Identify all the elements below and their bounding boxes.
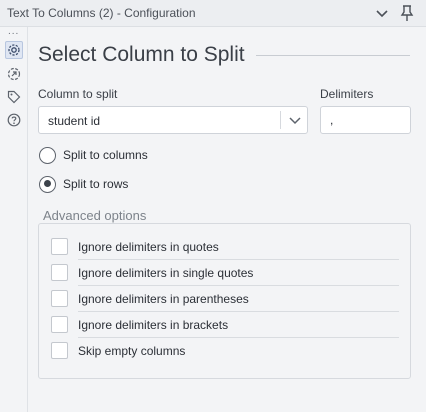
tag-icon[interactable]: [5, 88, 23, 106]
checkbox[interactable]: [51, 238, 68, 255]
advanced-options-group: Ignore delimiters in quotes Ignore delim…: [38, 223, 411, 379]
checkbox-label: Ignore delimiters in brackets: [78, 318, 229, 332]
row-divider: [78, 285, 399, 286]
column-to-split-dropdown[interactable]: student id: [38, 106, 308, 134]
checkbox[interactable]: [51, 316, 68, 333]
split-to-rows-radio[interactable]: Split to rows: [39, 174, 189, 194]
checkbox-label: Ignore delimiters in quotes: [78, 240, 219, 254]
checkbox[interactable]: [51, 342, 68, 359]
gear-icon[interactable]: [5, 41, 23, 59]
title-bar: Text To Columns (2) - Configuration: [0, 0, 426, 27]
split-to-columns-radio[interactable]: Split to columns: [39, 145, 189, 165]
row-divider: [78, 311, 399, 312]
radio-button[interactable]: [39, 175, 56, 193]
window-title: Text To Columns (2) - Configuration: [7, 6, 196, 20]
radio-label: Split to rows: [63, 177, 129, 191]
checkbox-label: Ignore delimiters in parentheses: [78, 292, 249, 306]
configuration-panel: Select Column to Split Column to split D…: [28, 27, 426, 412]
radio-button[interactable]: [39, 146, 56, 164]
help-icon[interactable]: [5, 111, 23, 129]
chevron-down-icon[interactable]: [288, 113, 302, 127]
sidebar: ...: [0, 27, 28, 412]
ignore-brackets-option[interactable]: Ignore delimiters in brackets: [51, 315, 399, 338]
connection-icon[interactable]: [5, 65, 23, 83]
ignore-parentheses-option[interactable]: Ignore delimiters in parentheses: [51, 289, 399, 312]
ignore-single-quotes-option[interactable]: Ignore delimiters in single quotes: [51, 263, 399, 286]
checkbox[interactable]: [51, 264, 68, 281]
row-divider: [78, 337, 399, 338]
column-to-split-label: Column to split: [38, 87, 118, 101]
radio-label: Split to columns: [63, 148, 148, 162]
chevron-down-icon[interactable]: [374, 5, 390, 21]
delimiters-input[interactable]: [320, 106, 411, 134]
delimiters-label: Delimiters: [320, 87, 374, 101]
section-heading: Select Column to Split: [38, 43, 245, 66]
dropdown-divider: [280, 111, 281, 129]
heading-divider: [256, 55, 410, 56]
skip-empty-columns-option[interactable]: Skip empty columns: [51, 341, 399, 361]
advanced-options-label: Advanced options: [43, 208, 147, 223]
pin-icon[interactable]: [399, 4, 415, 22]
checkbox-label: Skip empty columns: [78, 344, 186, 358]
checkbox-label: Ignore delimiters in single quotes: [78, 266, 254, 280]
row-divider: [78, 259, 399, 260]
column-to-split-value: student id: [48, 114, 101, 128]
checkbox[interactable]: [51, 290, 68, 307]
more-options-icon[interactable]: ...: [8, 27, 19, 37]
ignore-quotes-option[interactable]: Ignore delimiters in quotes: [51, 237, 399, 260]
